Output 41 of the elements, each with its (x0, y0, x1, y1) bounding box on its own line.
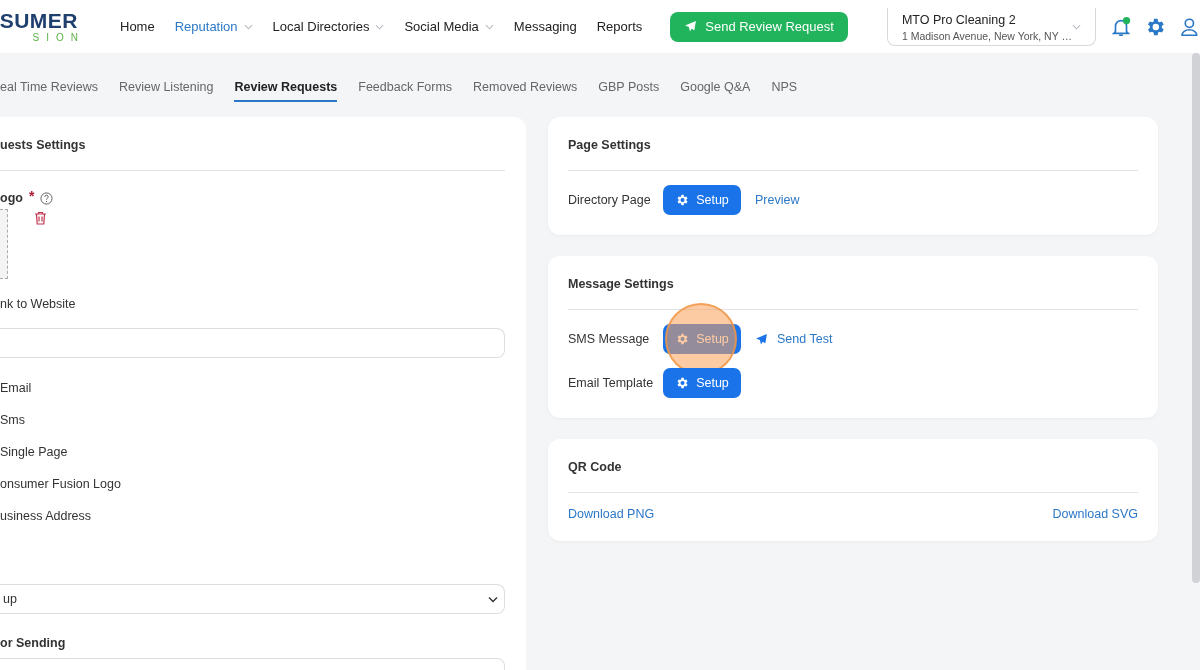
field-label: or Sending (0, 636, 67, 650)
option-label: onsumer Fusion Logo (0, 477, 122, 492)
card-title: Message Settings (568, 276, 675, 293)
option-label: Single Page (0, 445, 69, 460)
download-link[interactable]: Download PNG (568, 507, 655, 521)
preview-link[interactable]: Preview (755, 193, 800, 207)
required-mark: * (28, 188, 35, 204)
row-label: Email Template (568, 376, 655, 390)
setup-button[interactable]: Setup (663, 185, 741, 215)
send-test-link[interactable]: Send Test (755, 332, 833, 346)
nav-item[interactable]: Local Directories (272, 19, 385, 34)
option-label: usiness Address (0, 509, 93, 524)
tab[interactable]: Google Q&A (680, 73, 751, 102)
location-address: 1 Madison Avenue, New York, NY … (901, 29, 1072, 42)
select-field[interactable]: up (0, 584, 505, 614)
tab[interactable]: NPS (771, 73, 798, 102)
location-name: MTO Pro Cleaning 2 (901, 12, 1017, 27)
row-label: SMS Message (568, 332, 651, 346)
card-title: QR Code (568, 459, 623, 476)
logo[interactable]: SUMER SION (0, 10, 78, 43)
nav-item[interactable]: Home (120, 19, 155, 34)
setup-button[interactable]: Setup (663, 368, 741, 398)
tab[interactable]: Feedback Forms (358, 73, 453, 102)
field-label: ogo (0, 191, 23, 205)
location-selector[interactable]: MTO Pro Cleaning 2 1 Madison Avenue, New York, NY … (886, 7, 1096, 46)
download-link[interactable]: Download SVG (1052, 507, 1138, 521)
nav-item[interactable]: Social Media (404, 19, 494, 34)
field-label: nk to Website (0, 297, 77, 311)
tab[interactable]: Removed Reviews (473, 73, 578, 102)
option-label: Email (0, 381, 33, 396)
row-label: Directory Page (568, 193, 652, 207)
tab[interactable]: Review Requests (234, 73, 338, 102)
panel-title: uests Settings (0, 137, 87, 154)
tab[interactable]: GBP Posts (598, 73, 660, 102)
nav-item[interactable]: Messaging (513, 19, 577, 34)
tab[interactable]: eal Time Reviews (0, 73, 98, 102)
nav-item[interactable]: Reputation (174, 19, 253, 34)
nav-item[interactable]: Reports (596, 19, 643, 34)
card-title: Page Settings (568, 137, 652, 154)
tab[interactable]: Review Listening (118, 73, 214, 102)
option-label: Sms (0, 413, 26, 428)
